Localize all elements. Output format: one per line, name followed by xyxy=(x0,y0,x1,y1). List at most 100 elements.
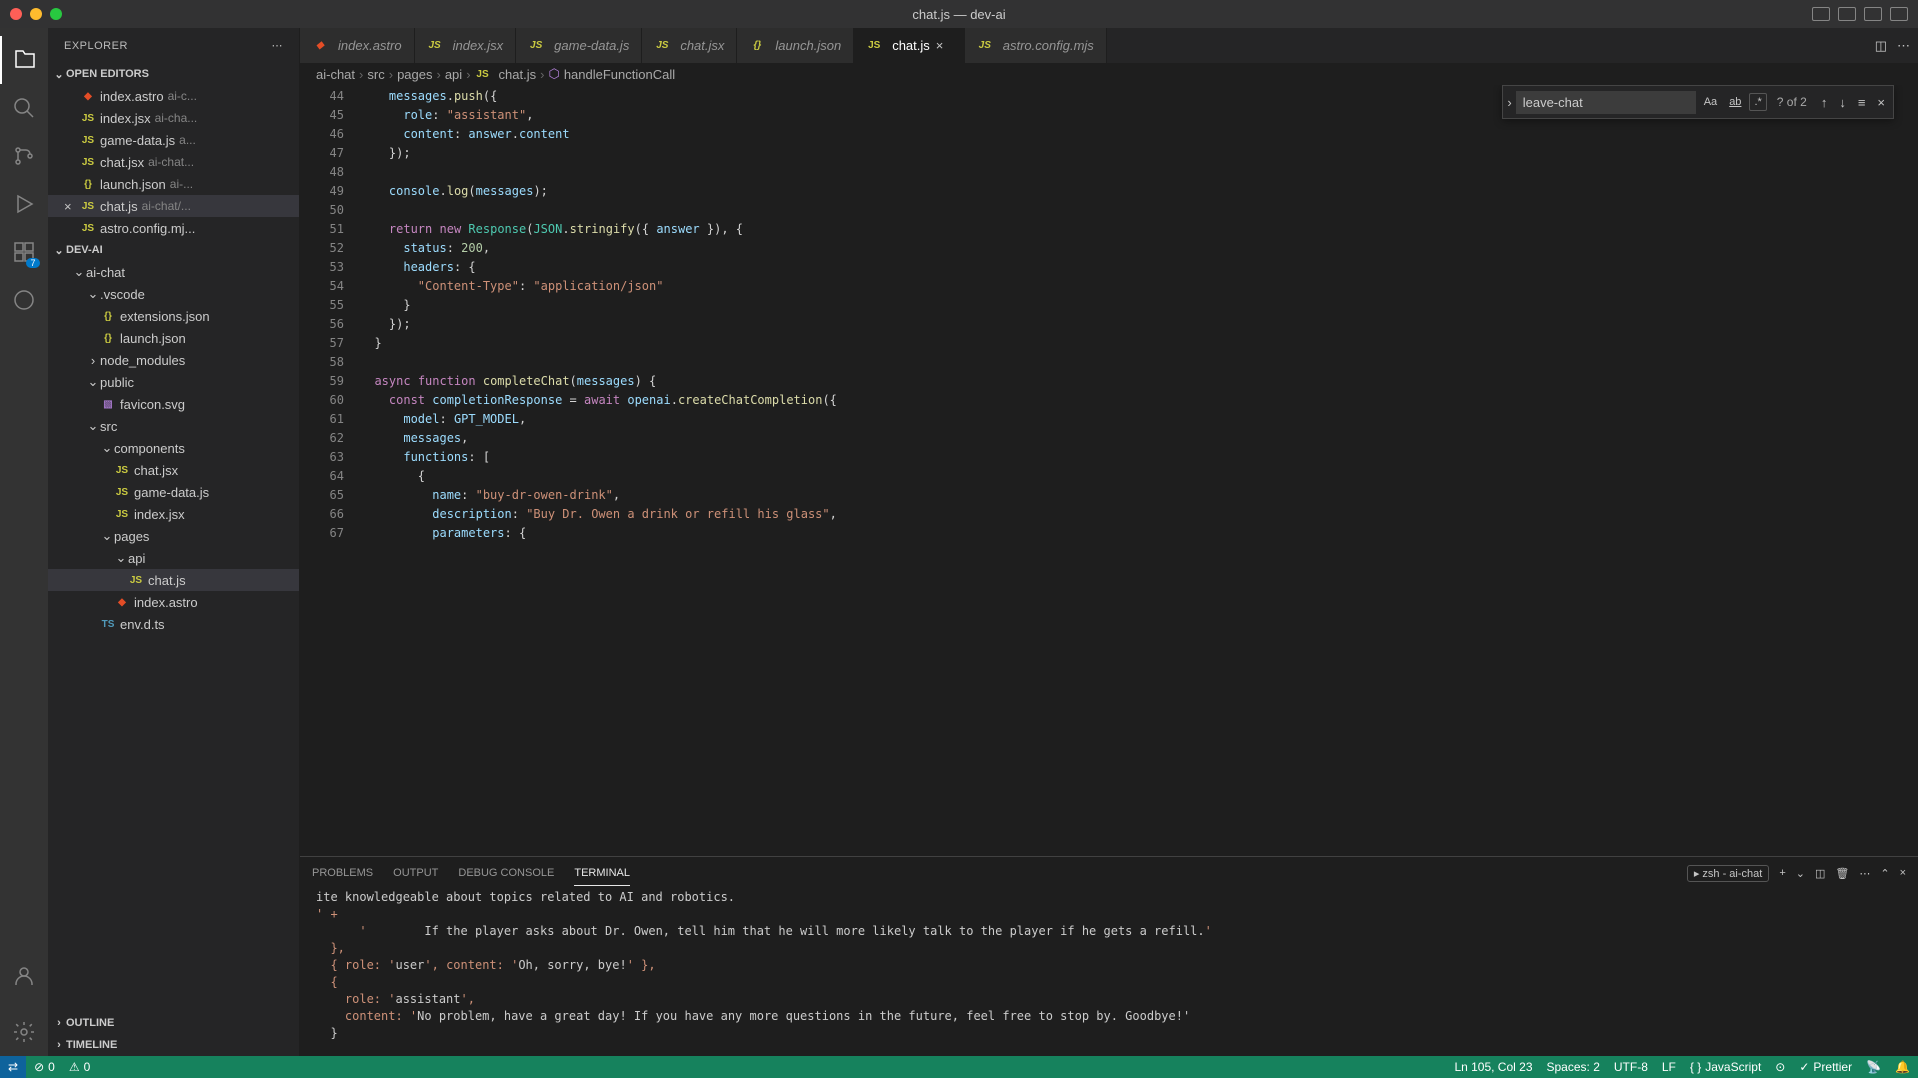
code-content[interactable]: messages.push({ role: "assistant", conte… xyxy=(360,85,1904,856)
file-item[interactable]: JSindex.jsx xyxy=(48,503,299,525)
folder-item[interactable]: ⌄src xyxy=(48,415,299,437)
tab-chat-jsx[interactable]: JSchat.jsx xyxy=(642,28,737,63)
more-actions-icon[interactable]: ⋯ xyxy=(272,39,284,52)
search-icon[interactable] xyxy=(0,84,48,132)
folder-item[interactable]: ⌄.vscode xyxy=(48,283,299,305)
minimap[interactable] xyxy=(1904,85,1918,856)
open-editor-item[interactable]: JSgame-data.jsa... xyxy=(48,129,299,151)
tab-game-data[interactable]: JSgame-data.js xyxy=(516,28,642,63)
open-editor-item[interactable]: ◆index.astroai-c... xyxy=(48,85,299,107)
tab-output[interactable]: OUTPUT xyxy=(393,861,438,885)
more-icon[interactable]: ⋯ xyxy=(1897,38,1910,54)
new-terminal-icon[interactable]: + xyxy=(1779,867,1785,879)
open-editors-header[interactable]: ⌄ OPEN EDITORS xyxy=(48,63,299,85)
settings-gear-icon[interactable] xyxy=(0,1008,48,1056)
open-editor-item[interactable]: ×JSchat.jsai-chat/... xyxy=(48,195,299,217)
outline-header[interactable]: › OUTLINE xyxy=(48,1012,299,1034)
toggle-panel-bottom-icon[interactable] xyxy=(1838,7,1856,21)
folder-item[interactable]: ⌄components xyxy=(48,437,299,459)
file-item[interactable]: JSgame-data.js xyxy=(48,481,299,503)
toggle-panel-left-icon[interactable] xyxy=(1812,7,1830,21)
file-item[interactable]: JSchat.jsx xyxy=(48,459,299,481)
regex-icon[interactable]: .* xyxy=(1749,93,1766,111)
prettier-status[interactable]: ✓Prettier xyxy=(1799,1060,1852,1074)
close-window-icon[interactable] xyxy=(10,8,22,20)
remote-indicator[interactable]: ⇄ xyxy=(0,1056,26,1078)
find-expand-icon[interactable]: › xyxy=(1507,95,1511,110)
open-editor-item[interactable]: JSastro.config.mj... xyxy=(48,217,299,239)
editor[interactable]: 4445464748495051525354555657585960616263… xyxy=(300,85,1918,856)
open-editor-item[interactable]: {}launch.jsonai-... xyxy=(48,173,299,195)
customize-layout-icon[interactable] xyxy=(1890,7,1908,21)
extensions-icon[interactable]: 7 xyxy=(0,228,48,276)
toggle-panel-right-icon[interactable] xyxy=(1864,7,1882,21)
feedback-icon[interactable]: 📡 xyxy=(1866,1060,1881,1074)
file-item[interactable]: {}extensions.json xyxy=(48,305,299,327)
terminal-dropdown-icon[interactable]: ⌄ xyxy=(1796,867,1805,880)
terminal-output[interactable]: ite knowledgeable about topics related t… xyxy=(300,889,1918,1056)
accounts-icon[interactable] xyxy=(0,952,48,1000)
cursor-position[interactable]: Ln 105, Col 23 xyxy=(1454,1060,1532,1074)
split-terminal-icon[interactable]: ◫ xyxy=(1815,867,1825,880)
tab-chat-js[interactable]: JSchat.js× xyxy=(854,28,965,63)
tab-index-jsx[interactable]: JSindex.jsx xyxy=(415,28,517,63)
folder-item[interactable]: ⌄api xyxy=(48,547,299,569)
close-panel-icon[interactable]: × xyxy=(1900,867,1906,879)
source-control-icon[interactable] xyxy=(0,132,48,180)
tab-launch-json[interactable]: {}launch.json xyxy=(737,28,854,63)
whole-word-icon[interactable]: ab xyxy=(1725,94,1745,110)
find-prev-icon[interactable]: ↑ xyxy=(1817,93,1832,112)
open-editor-item[interactable]: JSindex.jsxai-cha... xyxy=(48,107,299,129)
file-label: chat.js xyxy=(100,199,138,214)
minimize-window-icon[interactable] xyxy=(30,8,42,20)
errors-item[interactable]: ⊘0 xyxy=(34,1060,55,1074)
terminal-picker[interactable]: ▸ zsh - ai-chat xyxy=(1687,865,1770,882)
close-icon[interactable]: × xyxy=(936,38,952,53)
tab-index-astro[interactable]: ◆index.astro xyxy=(300,28,415,63)
folder-item[interactable]: ⌄pages xyxy=(48,525,299,547)
indentation[interactable]: Spaces: 2 xyxy=(1547,1060,1600,1074)
run-debug-icon[interactable] xyxy=(0,180,48,228)
file-item[interactable]: {}launch.json xyxy=(48,327,299,349)
find-input[interactable] xyxy=(1516,91,1696,114)
file-item[interactable]: JSchat.js xyxy=(48,569,299,591)
explorer-icon[interactable] xyxy=(0,36,48,84)
copilot-icon[interactable]: ⊙ xyxy=(1775,1060,1785,1074)
folder-item[interactable]: ›node_modules xyxy=(48,349,299,371)
split-editor-icon[interactable]: ◫ xyxy=(1875,38,1887,54)
maximize-panel-icon[interactable]: ⌃ xyxy=(1880,867,1889,880)
close-icon[interactable]: × xyxy=(64,199,80,214)
file-label: astro.config.mj... xyxy=(100,221,195,236)
timeline-header[interactable]: › TIMELINE xyxy=(48,1034,299,1056)
tab-problems[interactable]: PROBLEMS xyxy=(312,861,373,885)
js-icon: JS xyxy=(427,38,443,54)
sidebar: EXPLORER ⋯ ⌄ OPEN EDITORS ◆index.astroai… xyxy=(48,28,300,1056)
kill-terminal-icon[interactable]: 🗑 xyxy=(1835,867,1849,880)
workspace-header[interactable]: ⌄ DEV-AI xyxy=(48,239,299,261)
file-item[interactable]: ▧favicon.svg xyxy=(48,393,299,415)
tab-terminal[interactable]: TERMINAL xyxy=(574,861,630,886)
open-editor-item[interactable]: JSchat.jsxai-chat... xyxy=(48,151,299,173)
tab-astro-config[interactable]: JSastro.config.mjs xyxy=(965,28,1107,63)
file-label: chat.jsx xyxy=(100,155,144,170)
warnings-item[interactable]: ⚠0 xyxy=(69,1060,90,1074)
file-item[interactable]: TSenv.d.ts xyxy=(48,613,299,635)
match-case-icon[interactable]: Aa xyxy=(1700,94,1721,110)
language-mode[interactable]: { }JavaScript xyxy=(1690,1060,1761,1074)
tabbar: ◆index.astro JSindex.jsx JSgame-data.js … xyxy=(300,28,1918,63)
eol[interactable]: LF xyxy=(1662,1060,1676,1074)
breadcrumb[interactable]: ai-chat› src› pages› api› JSchat.js› ⬡ h… xyxy=(300,63,1918,85)
tab-debug-console[interactable]: DEBUG CONSOLE xyxy=(458,861,554,885)
chevron-down-icon: ⌄ xyxy=(52,68,66,81)
folder-item[interactable]: ⌄ai-chat xyxy=(48,261,299,283)
file-item[interactable]: ◆index.astro xyxy=(48,591,299,613)
find-next-icon[interactable]: ↓ xyxy=(1835,93,1850,112)
encoding[interactable]: UTF-8 xyxy=(1614,1060,1648,1074)
notifications-icon[interactable]: 🔔 xyxy=(1895,1060,1910,1074)
edge-tools-icon[interactable] xyxy=(0,276,48,324)
more-icon[interactable]: ⋯ xyxy=(1859,867,1870,880)
maximize-window-icon[interactable] xyxy=(50,8,62,20)
find-selection-icon[interactable]: ≡ xyxy=(1854,93,1870,112)
folder-item[interactable]: ⌄public xyxy=(48,371,299,393)
find-close-icon[interactable]: × xyxy=(1873,93,1889,112)
